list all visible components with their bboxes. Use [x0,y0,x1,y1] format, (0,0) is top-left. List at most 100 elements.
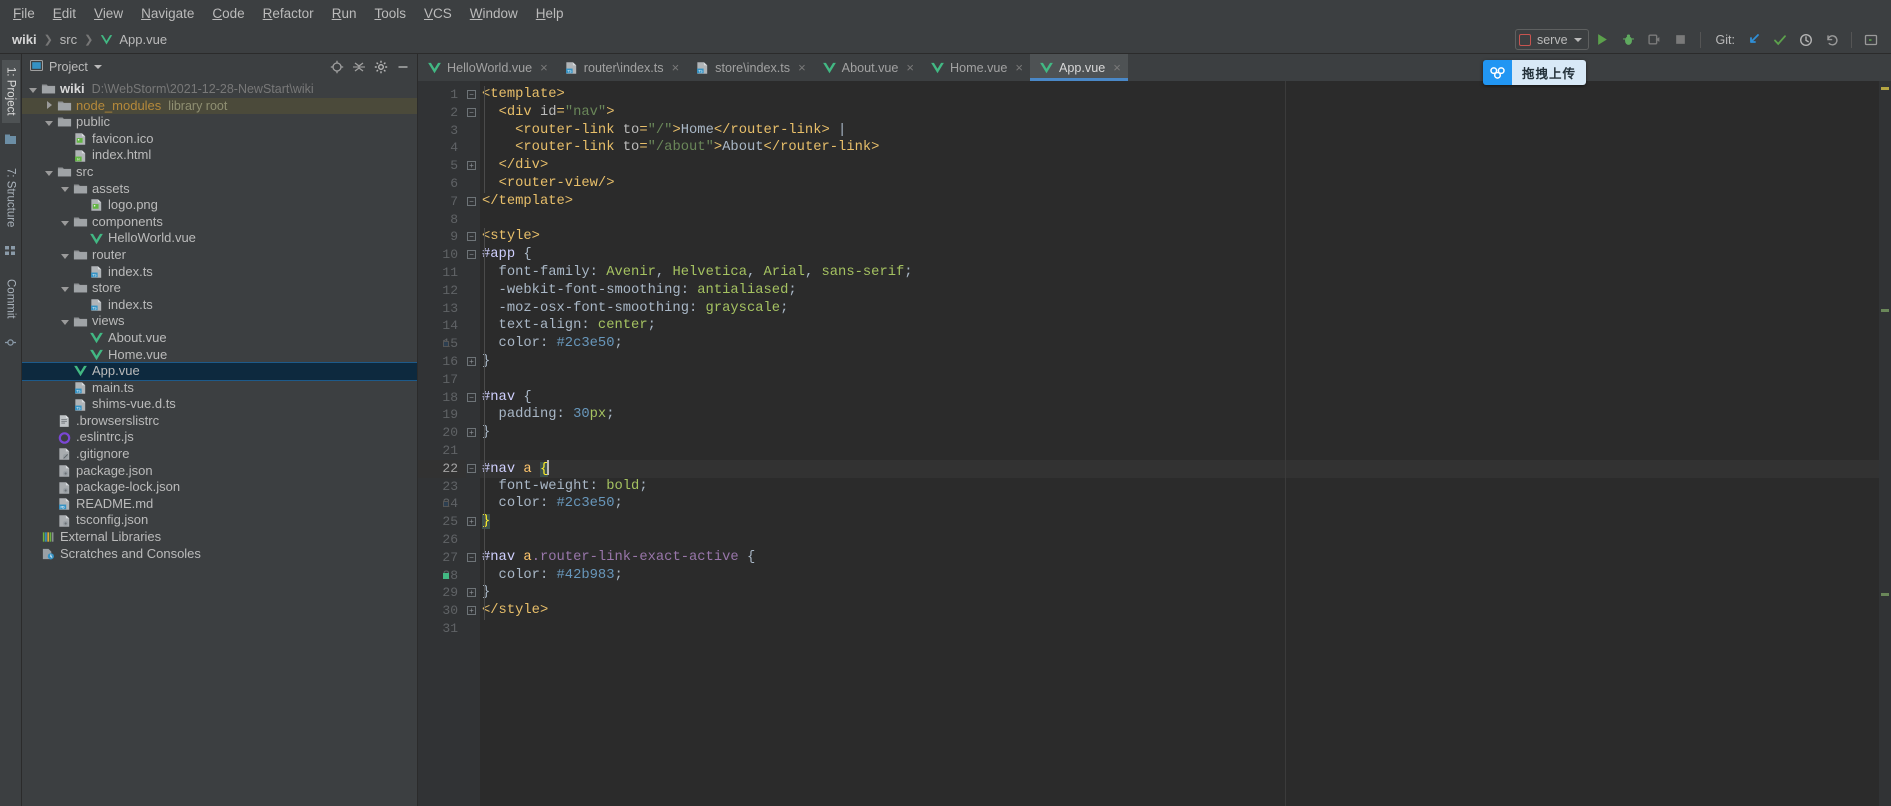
fold-expand-icon[interactable]: + [467,356,476,366]
sidebar-item-commit[interactable]: Commit [2,272,20,326]
tree-item-node-modules[interactable]: node_modules library root [22,97,417,115]
search-icon[interactable] [1859,28,1883,52]
fold-collapse-icon[interactable]: − [467,90,476,99]
close-icon[interactable]: × [906,60,914,75]
tree-item-favicon-ico[interactable]: favicon.ico [22,131,417,148]
breadcrumb-item-file[interactable]: App.vue [117,32,169,47]
tree-item-shims-vue-d-ts[interactable]: TS shims-vue.d.ts [22,396,417,413]
editor-gutter[interactable]: 1 2 3 4 5 6 7 8 9 10 11 12 13 14 15 16 17 18 19 20 21 22 23 24 2… [418,81,466,806]
update-project-button[interactable] [1742,28,1766,52]
tab-app-vue[interactable]: App.vue × [1029,54,1128,81]
fold-collapse-icon[interactable]: − [467,463,476,473]
tree-item-index-ts[interactable]: TS index.ts [22,297,417,314]
menu-item-view[interactable]: View [85,3,132,24]
menu-item-navigate[interactable]: Navigate [132,3,203,24]
tree-item-src[interactable]: src [22,164,417,181]
minus-icon[interactable] [393,57,413,77]
chevron-down-icon[interactable] [60,217,71,228]
tab-home-vue[interactable]: Home.vue × [921,54,1030,81]
tree-item-assets[interactable]: assets [22,181,417,198]
menu-item-file[interactable]: File [4,3,44,24]
history-button[interactable] [1794,28,1818,52]
menu-item-code[interactable]: Code [203,3,253,24]
tree-item--gitignore[interactable]: .gitignore [22,446,417,463]
menu-item-help[interactable]: Help [527,3,573,24]
tree-item-helloworld-vue[interactable]: HelloWorld.vue [22,230,417,247]
fold-collapse-icon[interactable]: − [467,196,476,206]
debug-button[interactable] [1617,28,1641,52]
close-icon[interactable]: × [540,60,548,75]
sidebar-item-project[interactable]: 1: Project [1,60,20,123]
commit-button[interactable] [1768,28,1792,52]
tree-item-index-ts[interactable]: TS index.ts [22,264,417,281]
stop-button[interactable] [1669,28,1693,52]
fold-collapse-icon[interactable]: − [467,552,476,562]
tab-helloworld-vue[interactable]: HelloWorld.vue × [418,54,555,81]
menu-item-window[interactable]: Window [461,3,527,24]
select-opened-file-button[interactable] [327,57,347,77]
color-swatch-gutter-icon[interactable] [443,501,449,508]
tree-item-tsconfig-json[interactable]: tsconfig.json [22,512,417,529]
editor-fold-column[interactable]: − − + − − − + − + − + − + + [466,81,480,806]
tree-item--eslintrc-js[interactable]: .eslintrc.js [22,429,417,446]
run-coverage-button[interactable] [1643,28,1667,52]
breadcrumb-item-src[interactable]: src [58,32,79,47]
menu-item-edit[interactable]: Edit [44,3,85,24]
tab-about-vue[interactable]: About.vue × [813,54,921,81]
tree-item-external-libraries[interactable]: External Libraries [22,529,417,546]
tree-item-about-vue[interactable]: About.vue [22,330,417,347]
tree-item-scratches-and-consoles[interactable]: Scratches and Consoles [22,546,417,563]
tree-item-package-json[interactable]: package.json [22,463,417,480]
chevron-down-icon[interactable] [60,316,71,327]
project-tree[interactable]: wiki D:\WebStorm\2021-12-28-NewStart\wiki… [22,79,417,806]
tree-item-package-lock-json[interactable]: package-lock.json [22,479,417,496]
run-configuration-selector[interactable]: serve [1514,29,1589,50]
tree-item-store[interactable]: store [22,280,417,297]
tab-router-index-ts[interactable]: TS router\index.ts × [555,54,686,81]
tree-item-public[interactable]: public [22,114,417,131]
chevron-right-icon[interactable] [44,100,55,111]
chevron-down-icon[interactable] [44,167,55,178]
menu-item-run[interactable]: Run [323,3,366,24]
color-swatch-gutter-icon[interactable] [443,341,449,348]
fold-expand-icon[interactable]: + [467,606,476,616]
close-icon[interactable]: × [798,60,806,75]
fold-expand-icon[interactable]: + [467,161,476,171]
fold-collapse-icon[interactable]: − [467,250,476,260]
tree-item-logo-png[interactable]: logo.png [22,197,417,214]
tree-item-router[interactable]: router [22,247,417,264]
tree-item--browserslistrc[interactable]: .browserslistrc [22,413,417,430]
fold-expand-icon[interactable]: + [467,517,476,527]
menu-item-vcs[interactable]: VCS [415,3,461,24]
chevron-down-icon[interactable] [60,183,71,194]
tab-store-index-ts[interactable]: TS store\index.ts × [686,54,813,81]
run-button[interactable] [1591,28,1615,52]
gear-icon[interactable] [371,57,391,77]
fold-collapse-icon[interactable]: − [467,392,476,402]
tree-item-index-html[interactable]: Hindex.html [22,147,417,164]
sidebar-item-structure[interactable]: 7: Structure [2,161,20,234]
tree-item-main-ts[interactable]: TS main.ts [22,380,417,397]
breadcrumb-item-project[interactable]: wiki [10,32,39,47]
tree-item-readme-md[interactable]: MD README.md [22,496,417,513]
chevron-down-icon[interactable] [93,64,102,69]
close-icon[interactable]: × [1113,60,1121,75]
color-swatch-gutter-icon[interactable] [443,572,449,579]
chevron-down-icon[interactable] [28,84,39,95]
rollback-button[interactable] [1820,28,1844,52]
close-icon[interactable]: × [1015,60,1023,75]
menu-item-tools[interactable]: Tools [365,3,415,24]
upload-badge[interactable]: 拖拽上传 [1483,60,1587,85]
tree-item-app-vue[interactable]: App.vue [22,362,417,381]
fold-expand-icon[interactable]: + [467,588,476,598]
tree-item-views[interactable]: views [22,313,417,330]
chevron-down-icon[interactable] [60,283,71,294]
collapse-all-button[interactable] [349,57,369,77]
close-icon[interactable]: × [672,60,680,75]
tree-item-home-vue[interactable]: Home.vue [22,347,417,364]
chevron-down-icon[interactable] [44,117,55,128]
fold-collapse-icon[interactable]: − [467,232,476,242]
editor-code-content[interactable]: <template> <div id="nav"> <router-link t… [480,81,1879,806]
fold-expand-icon[interactable]: + [467,428,476,438]
menu-item-refactor[interactable]: Refactor [254,3,323,24]
